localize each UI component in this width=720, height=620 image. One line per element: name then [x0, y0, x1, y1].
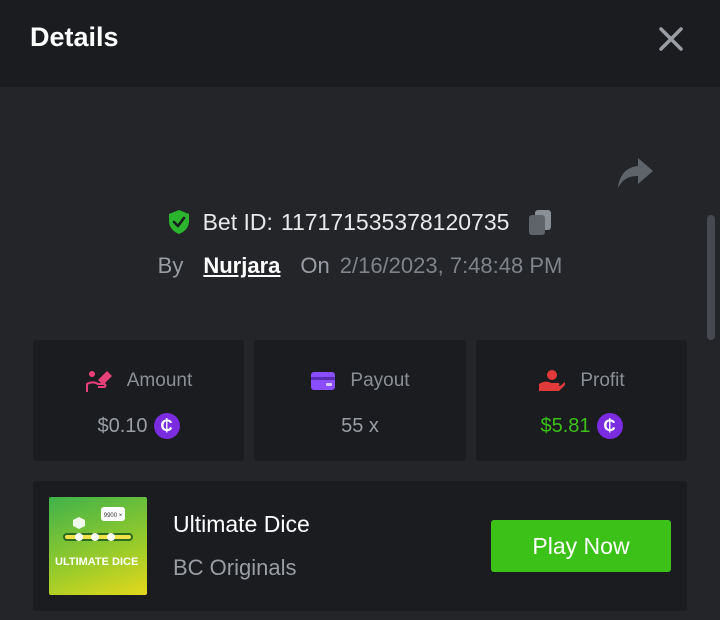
page-title: Details — [30, 22, 119, 52]
share-icon[interactable] — [616, 156, 654, 190]
payout-label: Payout — [350, 370, 410, 391]
shield-check-icon — [168, 210, 189, 234]
game-provider: BC Originals — [173, 555, 297, 580]
payout-card: Payout 55 x — [254, 340, 466, 461]
profit-value: $5.81 — [540, 414, 591, 437]
thumbnail-badge: 9900 × — [104, 513, 123, 519]
bet-id-value: 117171535378120735 — [280, 208, 510, 235]
details-header: Details — [0, 0, 720, 87]
currency-coin-icon: ₵ — [153, 413, 180, 439]
currency-coin-icon: ₵ — [596, 413, 623, 439]
bet-meta-line: By Nurjara On 2/16/2023, 7:48:48 PM — [0, 248, 720, 284]
profit-label: Profit — [580, 370, 625, 391]
wallet-icon — [311, 372, 336, 390]
hand-coin-icon — [85, 371, 112, 392]
bet-datetime: 2/16/2023, 7:48:48 PM — [339, 253, 563, 278]
amount-card: Amount $0.10 ₵ — [33, 340, 244, 461]
dice-slider-graphic: 9900 × — [63, 507, 133, 541]
payout-value: 55 x — [341, 414, 379, 437]
profit-card: Profit $5.81 ₵ — [476, 340, 687, 461]
bet-id-line: Bet ID: 117171535378120735 — [0, 203, 720, 241]
on-label: On — [300, 253, 330, 278]
close-icon[interactable] — [656, 24, 686, 54]
play-now-button[interactable]: Play Now — [491, 520, 671, 572]
game-name[interactable]: Ultimate Dice — [173, 511, 310, 538]
username-link[interactable]: Nurjara — [203, 253, 280, 279]
amount-value: $0.10 — [97, 414, 148, 437]
copy-icon[interactable] — [527, 208, 553, 236]
game-thumbnail[interactable]: 9900 × ULTIMATE DICE — [49, 497, 147, 595]
by-label: By — [157, 253, 184, 278]
amount-label: Amount — [126, 370, 193, 391]
game-card: 9900 × ULTIMATE DICE Ultimate Dice BC Or… — [33, 481, 687, 611]
thumbnail-title: ULTIMATE DICE — [55, 556, 139, 568]
hand-money-icon — [539, 370, 566, 391]
scrollbar[interactable] — [707, 215, 715, 340]
bet-id-label: Bet ID: — [202, 208, 273, 235]
